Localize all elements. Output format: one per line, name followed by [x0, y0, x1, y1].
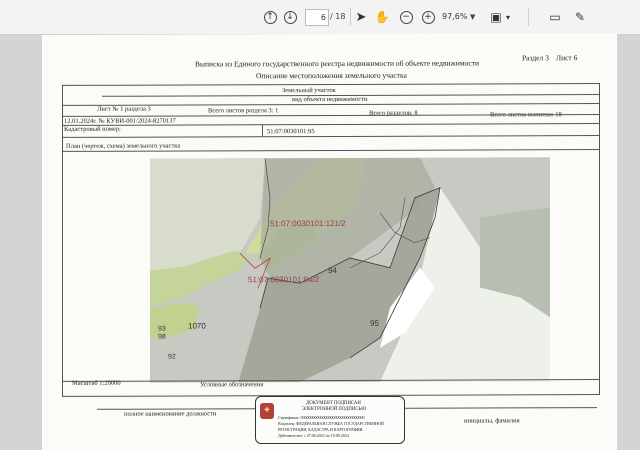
label-94: 94 — [328, 266, 337, 275]
emblem-icon: ✦ — [260, 403, 274, 419]
table-rule — [62, 135, 600, 138]
next-page-button[interactable]: ↓ — [282, 9, 298, 25]
map-drawing: 51:07:0030101:121/2 51:07:0030101:94/2 9… — [150, 157, 550, 383]
section-label: Раздел 3 — [522, 53, 549, 63]
toolbar-separator — [528, 8, 529, 26]
chevron-down-icon: ▾ — [505, 12, 510, 22]
label-92: 92 — [168, 354, 176, 361]
pdf-toolbar: ↑ ↓ 6 / 18 ➤ ✋ − + 97,6% ▼ ▣ ▾ ▭ ✎ — [0, 0, 640, 35]
label-1070: 1070 — [188, 321, 206, 330]
hand-tool-button[interactable]: ✋ — [374, 9, 390, 25]
object-type: Земельный участок — [282, 86, 336, 95]
sign-button[interactable]: ✎ — [572, 9, 588, 25]
table-rule — [262, 124, 263, 137]
hand-icon: ✋ — [374, 10, 390, 24]
plus-icon: + — [421, 10, 435, 24]
label-98: 98 — [158, 334, 166, 341]
pen-icon: ✎ — [574, 10, 586, 24]
screen: ↑ ↓ 6 / 18 ➤ ✋ − + 97,6% ▼ ▣ ▾ ▭ ✎ Разде… — [0, 0, 640, 450]
cadastral-value: 51:07:0030101:95 — [267, 128, 315, 136]
stamp-line1: ДОКУМЕНТ ПОДПИСАН — [306, 401, 361, 406]
label-parcel-94-2: 51:07:0030101:94/2 — [248, 275, 320, 284]
cadastral-label: Кадастровый номер: — [64, 125, 121, 133]
zoom-out-button[interactable]: − — [398, 9, 414, 25]
page-fit-dropdown[interactable]: ▾ — [500, 9, 516, 25]
zoom-in-button[interactable]: + — [420, 9, 436, 25]
chevron-down-icon: ▼ — [470, 13, 476, 21]
object-type-caption: вид объекта недвижимости — [292, 95, 368, 104]
sheets-in-section: Всего листов раздела 3: 1 — [208, 107, 279, 115]
zoom-level-select[interactable]: 97,6% — [442, 9, 472, 24]
initials-caption: инициалы, фамилия — [464, 417, 520, 425]
label-95: 95 — [370, 319, 379, 328]
page-number-input[interactable]: 6 — [305, 9, 329, 26]
table-rule — [599, 83, 600, 396]
legend-label: Условные обозначения — [200, 381, 264, 389]
map-scale: Масштаб 1:20000 — [72, 379, 121, 387]
stamp-owner-line1: Владелец: ФЕДЕРАЛЬНАЯ СЛУЖБА ГОСУДАРСТВЕ… — [278, 421, 384, 426]
cursor-icon: ➤ — [355, 9, 367, 25]
document-title: Выписка из Единого государственного реес… — [195, 58, 480, 69]
table-rule — [62, 84, 63, 397]
stamp-certificate: Сертификат: 0000000000000000000000000000… — [278, 415, 365, 420]
stamp-owner-line2: РЕГИСТРАЦИИ, КАДАСТРА И КАРТОГРАФИИ — [278, 427, 363, 432]
cadastral-map: 51:07:0030101:121/2 51:07:0030101:94/2 9… — [150, 157, 550, 383]
arrow-down-icon: ↓ — [283, 10, 297, 24]
label-parcel-121: 51:07:0030101:121/2 — [270, 219, 346, 228]
page-total: / 18 — [330, 12, 346, 21]
toolbar-separator — [350, 8, 351, 26]
sheet-number: Лист № 1 раздела 3 — [97, 105, 151, 113]
comment-button[interactable]: ▭ — [547, 9, 563, 25]
stamp-line2: ЭЛЕКТРОННОЙ ПОДПИСЬЮ — [302, 407, 367, 412]
position-caption: полное наименование должности — [124, 410, 217, 418]
previous-page-button[interactable]: ↑ — [262, 9, 278, 25]
document-subtitle: Описание местоположения земельного участ… — [256, 70, 407, 81]
label-93: 93 — [158, 326, 166, 333]
table-rule — [62, 83, 600, 86]
select-tool-button[interactable]: ➤ — [353, 9, 369, 25]
plan-label: План (чертеж, схема) земельного участка — [66, 142, 181, 150]
arrow-up-icon: ↑ — [263, 10, 277, 24]
minus-icon: − — [399, 10, 413, 24]
pdf-page: Раздел 3 Лист 6 Выписка из Единого госуд… — [42, 32, 617, 450]
electronic-signature-stamp: ✦ ДОКУМЕНТ ПОДПИСАН ЭЛЕКТРОННОЙ ПОДПИСЬЮ… — [255, 396, 405, 444]
comment-icon: ▭ — [549, 10, 561, 24]
stamp-validity: Действителен: с 27.06.2023 по 19.09.2024 — [278, 433, 349, 438]
sheet-label: Лист 6 — [556, 53, 578, 63]
